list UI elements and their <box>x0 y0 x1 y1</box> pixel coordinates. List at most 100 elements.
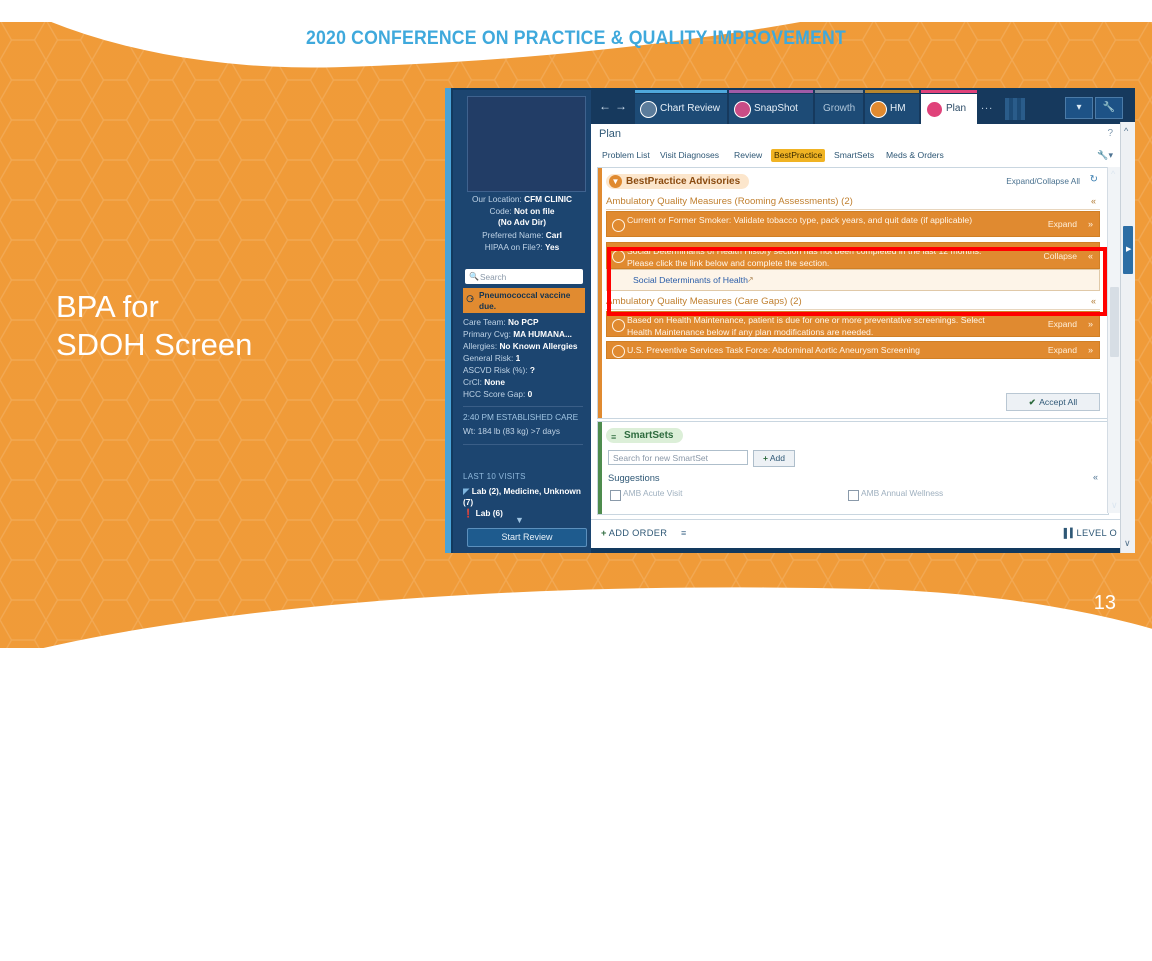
advisory-uspstf-aaa[interactable]: U.S. Preventive Services Task Force: Abd… <box>606 341 1100 359</box>
chevron-down-icon[interactable]: » <box>1088 345 1093 355</box>
tab-plan[interactable]: Plan <box>921 90 977 124</box>
vaccine-alert-badge[interactable]: ⚆ Pneumococcal vaccine due. <box>463 288 585 313</box>
top-white-band <box>0 0 1152 22</box>
scroll-down-icon[interactable]: ∨ <box>1111 500 1118 511</box>
subtab-problem-list[interactable]: Problem List <box>599 149 653 162</box>
bpa-accent-stripe <box>598 168 602 418</box>
left-rail <box>445 88 451 553</box>
sidebar-search-input[interactable]: 🔍 Search <box>465 269 583 284</box>
sidebar-adv-dir: (No Adv Dir) <box>497 217 547 227</box>
bpa-group-1-label: Ambulatory Quality Measures (Rooming Ass… <box>606 196 853 207</box>
sidebar-weight: Wt: 184 lb (83 kg) >7 days <box>463 426 561 436</box>
sidebar-preferred-name: Preferred Name: Carl <box>482 230 562 240</box>
smartsets-accent-stripe <box>598 422 602 514</box>
chevron-down-icon[interactable]: » <box>1088 219 1093 229</box>
sidebar-ascvd-risk: ASCVD Risk (%): ? <box>463 365 535 375</box>
order-list-icon[interactable]: ≡ <box>681 528 686 538</box>
smartsets-card: ≡ SmartSets Search for new SmartSet + Ad… <box>597 421 1109 515</box>
bpa-section-title-label: BestPractice Advisories <box>626 176 741 187</box>
tab-growth-label: Growth <box>823 103 856 114</box>
accept-all-button[interactable]: ✔ Accept All <box>1006 393 1100 411</box>
advisory-smoker[interactable]: Current or Former Smoker: Validate tobac… <box>606 211 1100 237</box>
add-smartset-button[interactable]: + Add <box>753 450 795 467</box>
tab-growth[interactable]: Growth <box>815 90 863 124</box>
search-placeholder: Search <box>480 272 507 282</box>
tab-accent <box>729 90 813 93</box>
bpa-section-title: ▼ BestPractice Advisories <box>606 174 750 189</box>
sidebar-general-risk: General Risk: 1 <box>463 353 521 363</box>
bottom-swoosh <box>0 563 1152 961</box>
sidebar-code: Code: Not on file <box>489 206 555 216</box>
sidebar-visits-header: LAST 10 VISITS <box>463 472 526 481</box>
expand-collapse-all-link[interactable]: Expand/Collapse All <box>1006 176 1080 186</box>
plan-icon <box>926 101 943 118</box>
suggestion-label-right: AMB Annual Wellness <box>861 488 944 498</box>
epic-screenshot: Our Location: CFM CLINIC Code: Not on fi… <box>445 88 1135 553</box>
chart-review-icon <box>640 101 657 118</box>
scroll-up-icon[interactable]: ^ <box>1124 126 1128 136</box>
tab-hm-label: HM <box>890 103 906 114</box>
window-scroll-thumb[interactable]: ▶ <box>1123 226 1133 274</box>
sidebar-allergies: Allergies: No Known Allergies <box>463 341 578 351</box>
subtab-meds-orders[interactable]: Meds & Orders <box>883 149 947 162</box>
sidebar-visit-row-1[interactable]: ◤ Lab (2), Medicine, Unknown (7) <box>463 486 587 508</box>
add-order-label: ADD ORDER <box>608 528 668 538</box>
back-arrow-icon[interactable]: ← <box>599 99 611 113</box>
advisory-uspstf-aaa-action[interactable]: Expand <box>1048 345 1077 355</box>
content-scrollbar[interactable]: ^ ∨ <box>1107 167 1121 513</box>
start-review-button[interactable]: Start Review <box>467 528 587 547</box>
tab-hm[interactable]: HM <box>865 90 919 124</box>
slide-number: 13 <box>1093 592 1116 614</box>
subtab-visit-diagnoses[interactable]: Visit Diagnoses <box>657 149 722 162</box>
suggestion-label-left: AMB Acute Visit <box>623 488 683 498</box>
sidebar-hcc-gap: HCC Score Gap: 0 <box>463 389 533 399</box>
more-tabs-button[interactable]: ... <box>981 100 993 112</box>
window-scrollbar[interactable]: ^ ▶ ∨ <box>1120 122 1135 553</box>
subtab-smartsets[interactable]: SmartSets <box>831 149 877 162</box>
smartset-search-input[interactable]: Search for new SmartSet <box>608 450 748 465</box>
add-order-button[interactable]: + ADD ORDER <box>601 528 667 538</box>
vaccine-alert-text: Pneumococcal vaccine due. <box>479 290 571 311</box>
subtab-tools-icon[interactable]: 🔧▾ <box>1097 150 1113 161</box>
accept-all-label: Accept All <box>1039 397 1078 407</box>
activity-tabbar: ← → Chart Review SnapShot Growth HM Plan… <box>591 90 1135 124</box>
highlight-rectangle <box>607 247 1107 316</box>
chevron-down-icon[interactable]: ▼ <box>515 515 524 525</box>
chevron-down-icon[interactable]: » <box>1088 319 1093 329</box>
content-scroll-thumb[interactable] <box>1110 287 1119 357</box>
page-title: BPA for SDOH Screen <box>56 288 396 364</box>
subtab-review[interactable]: Review <box>731 149 765 162</box>
help-icon[interactable]: ? <box>1107 128 1113 139</box>
check-icon: ✔ <box>1028 397 1037 407</box>
sidebar-visit-row-2[interactable]: ❗ Lab (6) <box>463 508 591 520</box>
forward-arrow-icon[interactable]: → <box>615 99 627 113</box>
level-bars-icon: ▌▍ <box>1063 528 1077 538</box>
plus-icon: + <box>601 528 607 538</box>
tab-dropdown-button[interactable]: ▾ <box>1065 97 1093 119</box>
tab-accent <box>921 90 977 93</box>
suggestion-checkbox-right[interactable] <box>848 490 859 501</box>
refresh-icon[interactable]: ↻ <box>1090 174 1098 185</box>
workspace-title: Plan <box>599 128 622 140</box>
wrench-icon[interactable]: 🔧 <box>1095 97 1123 119</box>
tab-chart-review[interactable]: Chart Review <box>635 90 727 124</box>
chevron-up-icon[interactable]: « <box>1091 194 1096 209</box>
advisory-smoker-action[interactable]: Expand <box>1048 219 1077 229</box>
scroll-thumb-arrow-icon: ▶ <box>1126 246 1132 253</box>
chevron-up-icon[interactable]: « <box>1093 472 1098 482</box>
scroll-up-icon[interactable]: ^ <box>1111 169 1115 179</box>
patient-sidebar: Our Location: CFM CLINIC Code: Not on fi… <box>453 90 591 553</box>
advisory-globe-icon <box>612 319 625 332</box>
sidebar-divider-1 <box>463 406 583 407</box>
bpa-group-rooming-assessments: Ambulatory Quality Measures (Rooming Ass… <box>606 194 1100 210</box>
tab-snapshot[interactable]: SnapShot <box>729 90 813 124</box>
subtab-bestpractice[interactable]: BestPractice <box>771 149 826 162</box>
suggestion-checkbox-left[interactable] <box>610 490 621 501</box>
sidebar-crcl: CrCl: None <box>463 377 505 387</box>
advisory-globe-icon <box>612 219 625 232</box>
tab-chart-review-label: Chart Review <box>660 103 721 114</box>
tab-stack-icon[interactable] <box>1005 98 1025 120</box>
scroll-down-icon[interactable]: ∨ <box>1124 538 1131 549</box>
order-toolbar: + ADD ORDER ≡ ▌▍ LEVEL O <box>591 519 1121 548</box>
advisory-health-maintenance-action[interactable]: Expand <box>1048 319 1077 329</box>
